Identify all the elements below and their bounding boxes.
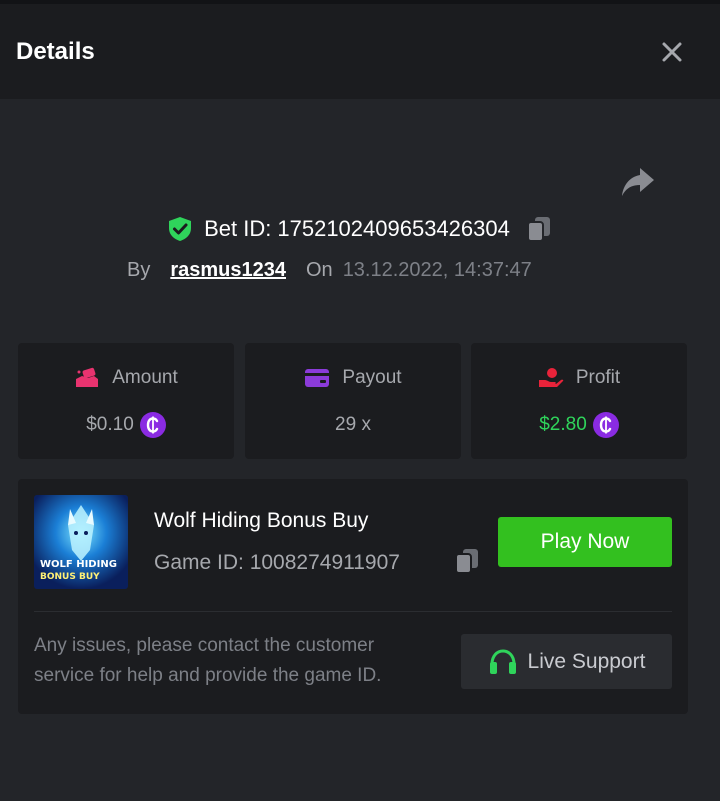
- verified-shield-icon: [169, 217, 192, 241]
- amount-value: $0.10: [86, 414, 134, 435]
- details-header: Details: [0, 4, 720, 99]
- profit-hand-icon: [538, 368, 564, 387]
- share-button[interactable]: [620, 166, 656, 198]
- payout-label: Payout: [342, 367, 402, 388]
- play-now-button[interactable]: Play Now: [498, 517, 672, 567]
- amount-card: Amount $0.10: [18, 343, 234, 459]
- live-support-label: Live Support: [527, 649, 646, 673]
- game-id: Game ID: 1008274911907: [154, 551, 400, 574]
- close-button[interactable]: [660, 40, 684, 64]
- copy-game-id-button[interactable]: [454, 547, 480, 575]
- share-icon: [622, 168, 654, 196]
- money-icon: [76, 367, 99, 387]
- thumb-title-line2: BONUS BUY: [40, 572, 100, 582]
- live-support-button[interactable]: Live Support: [461, 634, 672, 689]
- game-card: WOLF HIDING BONUS BUY Wolf Hiding Bonus …: [18, 479, 688, 714]
- close-icon: [662, 42, 682, 62]
- profit-label: Profit: [575, 367, 621, 388]
- copy-icon: [455, 549, 478, 574]
- thumb-title-line1: WOLF HIDING: [40, 559, 117, 570]
- bet-datetime: 13.12.2022, 14:37:47: [342, 258, 532, 281]
- coin-icon: [139, 412, 166, 438]
- copy-icon: [526, 217, 550, 242]
- headset-icon: [489, 648, 516, 674]
- profit-card: Profit $2.80: [471, 343, 687, 459]
- username-link[interactable]: rasmus1234: [170, 259, 286, 282]
- divider: [34, 611, 672, 612]
- page-title: Details: [16, 38, 95, 65]
- bet-id-line: Bet ID: 1752102409653426304: [0, 212, 720, 246]
- profit-value: $2.80: [539, 414, 587, 435]
- bet-id-value: 1752102409653426304: [277, 216, 510, 241]
- coin-icon: [592, 412, 619, 438]
- bet-id-label: Bet ID:: [204, 216, 272, 241]
- bet-meta-line: By rasmus1234 On 13.12.2022, 14:37:47: [127, 256, 532, 284]
- by-label: By: [127, 258, 151, 281]
- game-name: Wolf Hiding Bonus Buy: [154, 509, 369, 532]
- on-label: On: [306, 258, 333, 281]
- help-text: Any issues, please contact the customer …: [34, 635, 382, 686]
- copy-bet-id-button[interactable]: [526, 215, 552, 243]
- card-icon: [305, 369, 330, 387]
- game-thumbnail[interactable]: WOLF HIDING BONUS BUY: [34, 495, 128, 589]
- payout-value: 29 x: [335, 414, 371, 435]
- amount-label: Amount: [112, 367, 178, 388]
- payout-card: Payout 29 x: [245, 343, 461, 459]
